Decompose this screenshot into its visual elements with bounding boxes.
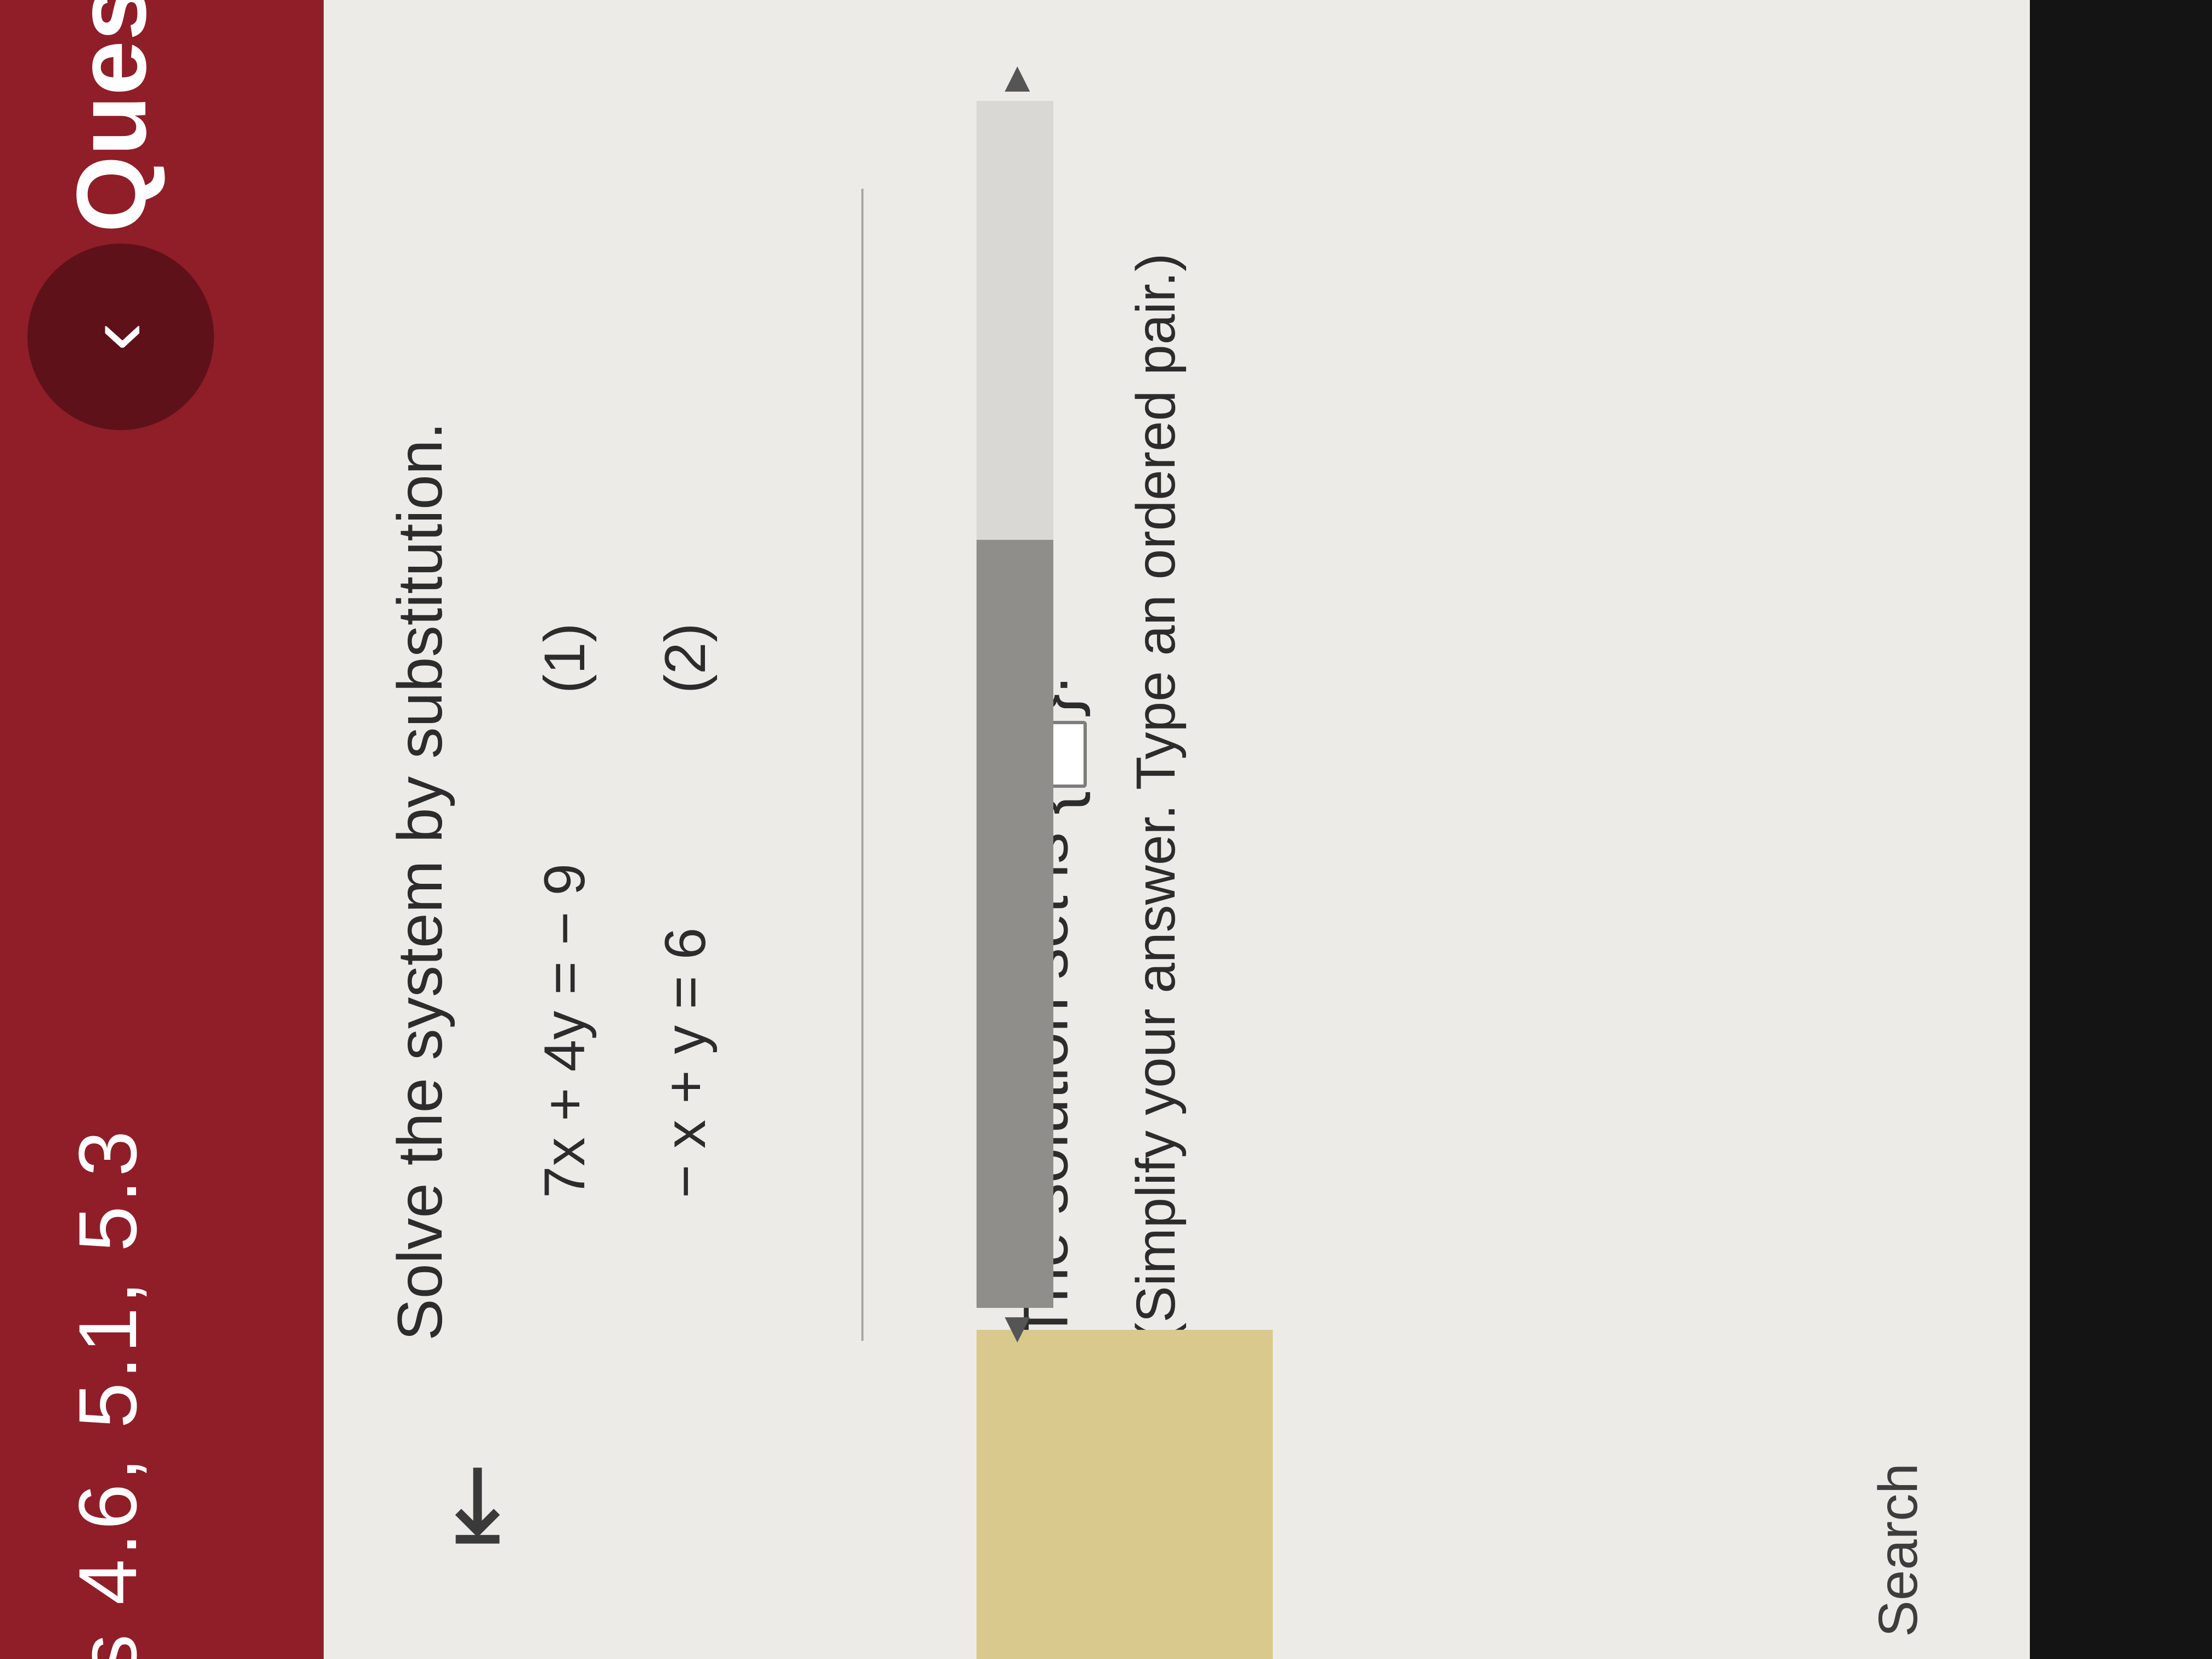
section-divider xyxy=(861,189,864,1341)
scroll-left-arrow-icon[interactable]: ◀ xyxy=(977,1308,1053,1352)
chevron-left-icon: ‹ xyxy=(66,322,164,352)
collapse-arrow-icon[interactable]: ⇤ xyxy=(416,1451,533,1560)
horizontal-scrollbar[interactable]: ◀ ▶ xyxy=(977,0,1053,1659)
taskbar-search[interactable]: Search xyxy=(1854,1308,1997,1659)
math-homework-window: s 4.6, 5.1, 5.3 ‹ Questio ⇤ Solve the sy… xyxy=(0,0,2212,1659)
equation-2-label: (2) xyxy=(653,623,718,693)
answer-hint: (Simplify your answer. Type an ordered p… xyxy=(1125,253,1187,1341)
equation-1-label: (1) xyxy=(533,623,597,693)
scrollbar-track[interactable] xyxy=(977,101,1053,1308)
header-bar: s 4.6, 5.1, 5.3 ‹ Questio xyxy=(0,0,324,1659)
question-prompt: Solve the system by substitution. xyxy=(385,422,455,1341)
equation-2: − x + y = 6 xyxy=(653,927,718,1198)
photo-stage: s 4.6, 5.1, 5.3 ‹ Questio ⇤ Solve the sy… xyxy=(0,0,2212,1659)
scrollbar-thumb[interactable] xyxy=(977,540,1053,1308)
scroll-right-arrow-icon[interactable]: ▶ xyxy=(977,57,1053,101)
screen-bezel xyxy=(2030,0,2212,1659)
previous-question-button[interactable]: ‹ xyxy=(27,244,214,430)
section-breadcrumb: s 4.6, 5.1, 5.3 xyxy=(61,1127,154,1659)
question-title: Questio xyxy=(57,0,167,233)
equation-1: 7x + 4y = − 9 xyxy=(533,863,597,1198)
